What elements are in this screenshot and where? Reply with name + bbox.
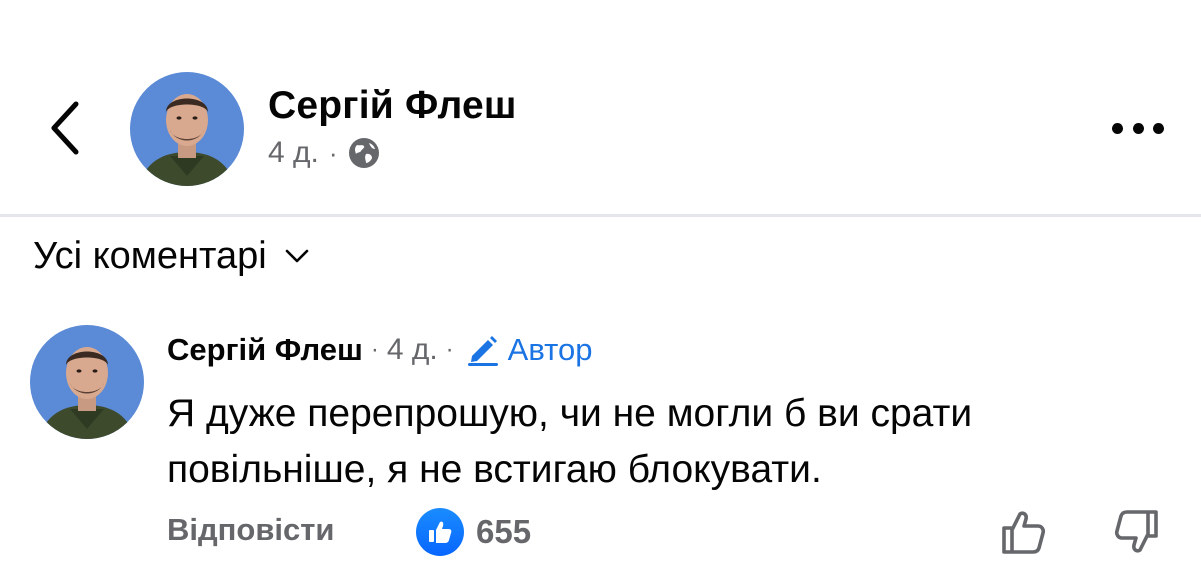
post-meta: 4 д. · — [268, 136, 380, 170]
comment-header: Сергій Флеш · 4 д. · Автор — [167, 332, 592, 368]
like-count: 655 — [476, 513, 532, 550]
reply-button[interactable]: Відповісти — [167, 512, 335, 548]
author-avatar[interactable] — [130, 72, 244, 186]
meta-separator: · — [328, 137, 338, 168]
comments-filter-label: Усі коментарі — [33, 234, 267, 277]
upvote-icon — [1002, 511, 1046, 554]
more-options-button[interactable] — [1108, 108, 1168, 148]
comment-author-name[interactable]: Сергій Флеш — [167, 332, 363, 368]
like-reactions[interactable]: 655 — [416, 508, 531, 556]
back-button[interactable] — [38, 96, 94, 160]
downvote-icon — [1114, 510, 1158, 553]
comment-time[interactable]: 4 д. — [387, 333, 438, 367]
chevron-left-icon — [51, 101, 79, 155]
comment-separator: · — [370, 336, 379, 363]
upvote-button[interactable] — [998, 506, 1050, 558]
author-badge: Автор — [466, 332, 593, 368]
header-divider — [0, 214, 1201, 217]
comment-separator-2: · — [445, 336, 454, 363]
pencil-icon — [467, 336, 498, 366]
more-horizontal-icon — [1112, 122, 1123, 134]
thumbs-up-icon — [416, 508, 464, 556]
post-header: Сергій Флеш 4 д. · — [0, 0, 1201, 216]
author-name[interactable]: Сергій Флеш — [268, 84, 517, 128]
comments-filter-dropdown[interactable]: Усі коментарі — [33, 232, 309, 280]
downvote-button[interactable] — [1110, 506, 1162, 558]
globe-icon[interactable] — [348, 137, 380, 169]
comment-text: Я дуже перепрошую, чи не могли б ви срат… — [167, 392, 973, 491]
chevron-down-icon — [285, 249, 309, 263]
comment-author-avatar[interactable] — [30, 325, 144, 439]
author-badge-label: Автор — [507, 332, 593, 367]
post-time[interactable]: 4 д. — [268, 136, 319, 170]
